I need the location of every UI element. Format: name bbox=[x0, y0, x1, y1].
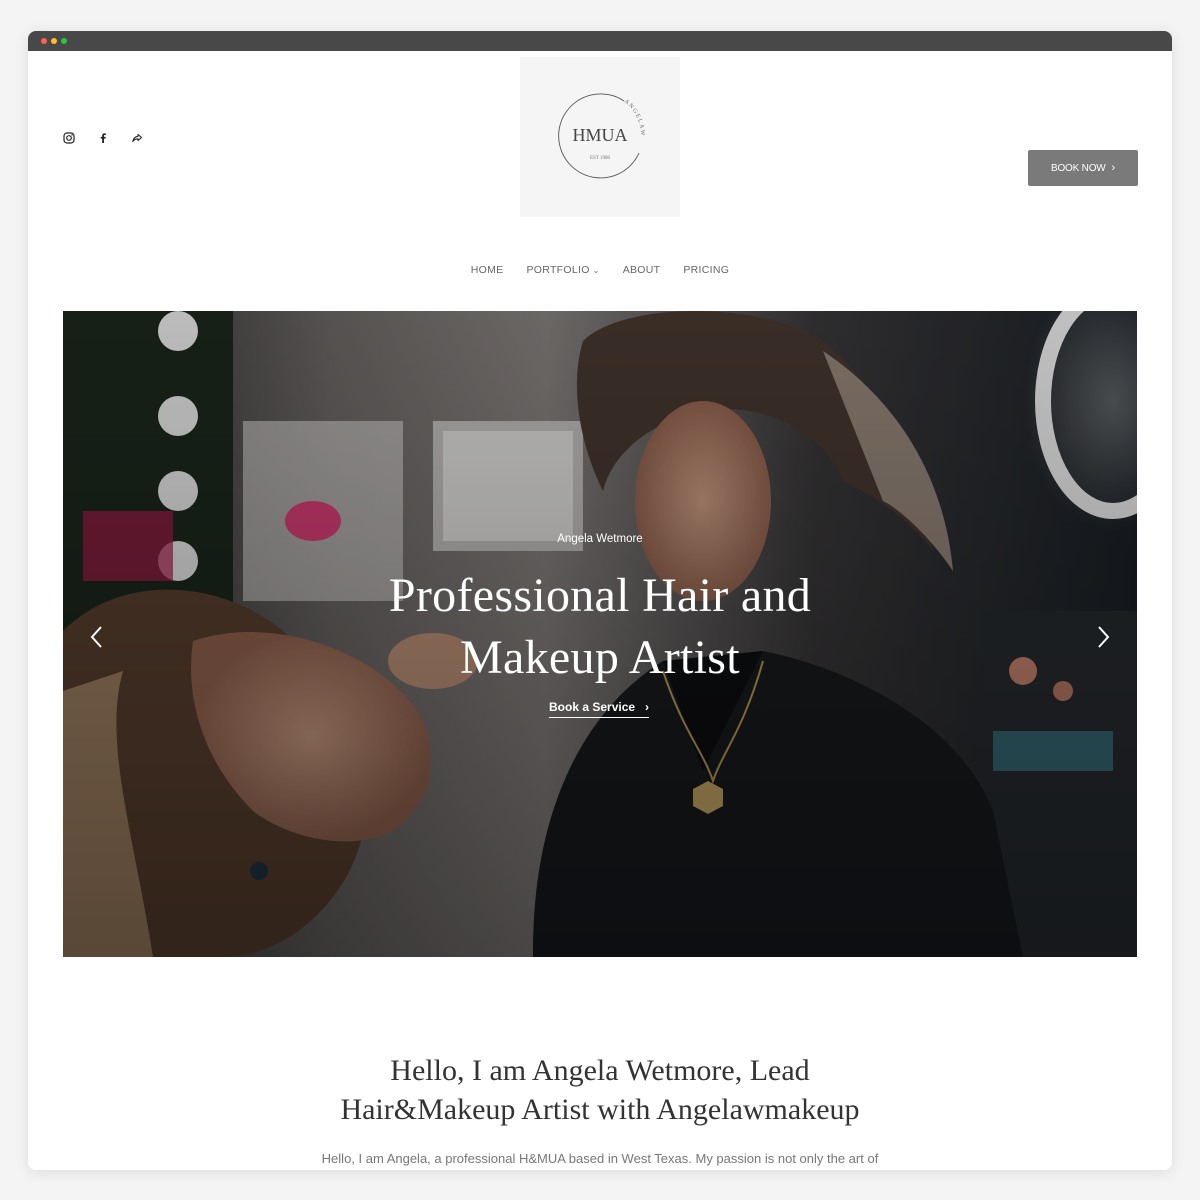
hero-slider: Angela Wetmore Professional Hair and Mak… bbox=[63, 311, 1137, 957]
browser-titlebar bbox=[28, 31, 1172, 51]
intro-heading: Hello, I am Angela Wetmore, Lead Hair&Ma… bbox=[28, 1051, 1172, 1129]
facebook-icon[interactable] bbox=[96, 131, 110, 145]
social-links bbox=[62, 131, 144, 145]
instagram-icon[interactable] bbox=[62, 131, 76, 145]
book-now-label: BOOK NOW bbox=[1051, 162, 1106, 174]
nav-item-about[interactable]: ABOUT bbox=[623, 264, 661, 276]
hero-title-line-2: Makeup Artist bbox=[460, 631, 740, 684]
hero-content: Angela Wetmore Professional Hair and Mak… bbox=[63, 311, 1137, 957]
main-nav: HOME PORTFOLIO ⌄ ABOUT PRICING bbox=[28, 264, 1172, 276]
slider-next-button[interactable] bbox=[1091, 619, 1115, 655]
minimize-window-dot[interactable] bbox=[51, 38, 57, 44]
book-now-button[interactable]: BOOK NOW › bbox=[1028, 150, 1138, 186]
intro-heading-line-2: Hair&Makeup Artist with Angelawmakeup bbox=[340, 1093, 860, 1126]
chevron-left-icon bbox=[90, 626, 102, 648]
chevron-right-icon: › bbox=[645, 700, 650, 714]
chevron-right-icon bbox=[1098, 626, 1110, 648]
slider-prev-button[interactable] bbox=[85, 619, 109, 655]
maximize-window-dot[interactable] bbox=[61, 38, 67, 44]
chevron-down-icon: ⌄ bbox=[592, 265, 600, 275]
nav-item-portfolio[interactable]: PORTFOLIO ⌄ bbox=[526, 264, 599, 276]
book-service-link[interactable]: Book a Service › bbox=[549, 700, 650, 718]
book-service-label: Book a Service bbox=[549, 700, 636, 714]
web-page: ANGELAW HMUA EST 1980 BOOK NOW › HOME PO… bbox=[28, 51, 1172, 1170]
close-window-dot[interactable] bbox=[41, 38, 47, 44]
logo-est-text: EST 1980 bbox=[590, 156, 611, 161]
hero-kicker: Angela Wetmore bbox=[557, 533, 643, 545]
chevron-right-icon: › bbox=[1111, 161, 1116, 174]
intro-body-text: Hello, I am Angela, a professional H&MUA… bbox=[321, 1151, 879, 1166]
site-logo[interactable]: ANGELAW HMUA EST 1980 bbox=[520, 57, 680, 217]
share-icon[interactable] bbox=[130, 131, 144, 145]
nav-item-home[interactable]: HOME bbox=[471, 264, 504, 276]
browser-window: ANGELAW HMUA EST 1980 BOOK NOW › HOME PO… bbox=[28, 31, 1172, 1170]
hero-title-line-1: Professional Hair and bbox=[388, 569, 812, 622]
logo-main-text: HMUA bbox=[572, 125, 627, 145]
intro-heading-line-1: Hello, I am Angela Wetmore, Lead bbox=[390, 1054, 810, 1087]
nav-item-pricing[interactable]: PRICING bbox=[683, 264, 729, 276]
hero-title: Professional Hair and Makeup Artist bbox=[350, 565, 850, 689]
